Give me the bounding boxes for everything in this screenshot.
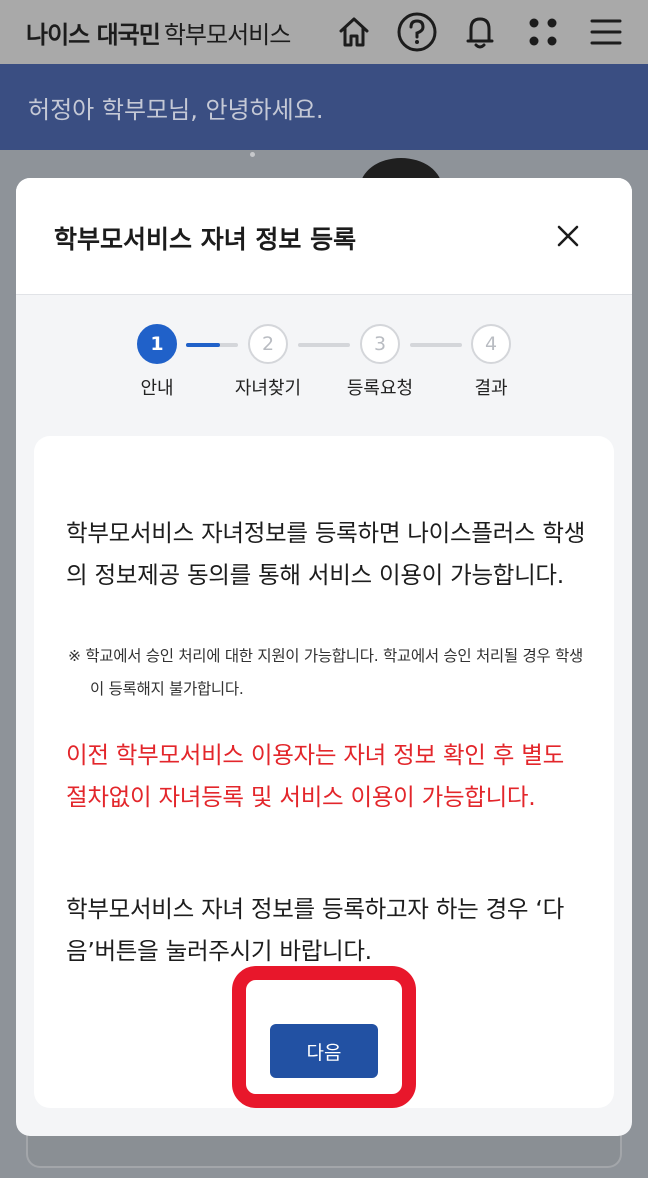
top-app-bar: 나이스 대국민 학부모서비스 bbox=[0, 0, 648, 64]
brand-logo[interactable]: 나이스 대국민 학부모서비스 bbox=[26, 15, 291, 50]
step-3: 3 등록요청 bbox=[320, 324, 440, 400]
bell-icon[interactable] bbox=[456, 8, 504, 56]
step-label: 결과 bbox=[474, 378, 508, 399]
next-button[interactable]: 다음 bbox=[270, 1024, 378, 1078]
step-number: 4 bbox=[471, 324, 511, 364]
modal-title: 학부모서비스 자녀 정보 등록 bbox=[54, 225, 357, 254]
step-number: 2 bbox=[248, 324, 288, 364]
close-icon bbox=[557, 225, 579, 247]
carousel-dot bbox=[250, 152, 255, 157]
help-icon[interactable] bbox=[393, 8, 441, 56]
step-indicator: 1 안내 2 자녀찾기 3 등록요청 4 결과 bbox=[16, 324, 632, 404]
welcome-banner: 허정아 학부모님, 안녕하세요. bbox=[0, 64, 648, 150]
header-actions bbox=[315, 8, 630, 56]
step-1: 1 안내 bbox=[97, 324, 217, 400]
step-number: 1 bbox=[137, 324, 177, 364]
menu-icon[interactable] bbox=[582, 8, 630, 56]
guide-paragraph-1: 학부모서비스 자녀정보를 등록하면 나이스플러스 학생의 정보제공 동의를 통해… bbox=[66, 519, 586, 589]
step-number: 3 bbox=[360, 324, 400, 364]
modal-header: 학부모서비스 자녀 정보 등록 bbox=[16, 178, 632, 295]
step-label: 자녀찾기 bbox=[234, 378, 302, 399]
close-button[interactable] bbox=[550, 218, 586, 254]
step-label: 등록요청 bbox=[346, 378, 414, 399]
guide-warning: 이전 학부모서비스 이용자는 자녀 정보 확인 후 별도 절차없이 자녀등록 및… bbox=[66, 741, 564, 811]
apps-icon[interactable] bbox=[519, 8, 567, 56]
step-label: 안내 bbox=[140, 378, 174, 399]
guide-note: ※ 학교에서 승인 처리에 대한 지원이 가능합니다. 학교에서 승인 처리될 … bbox=[68, 647, 583, 698]
guide-paragraph-3: 학부모서비스 자녀 정보를 등록하고자 하는 경우 ‘다음’버튼을 눌러주시기 … bbox=[66, 895, 564, 965]
home-icon[interactable] bbox=[330, 8, 378, 56]
step-4: 4 결과 bbox=[431, 324, 551, 400]
greeting-text: 허정아 학부모님, 안녕하세요. bbox=[28, 95, 324, 124]
brand-bold: 나이스 대국민 bbox=[26, 20, 161, 49]
brand-service: 학부모서비스 bbox=[163, 20, 291, 49]
step-2: 2 자녀찾기 bbox=[208, 324, 328, 400]
